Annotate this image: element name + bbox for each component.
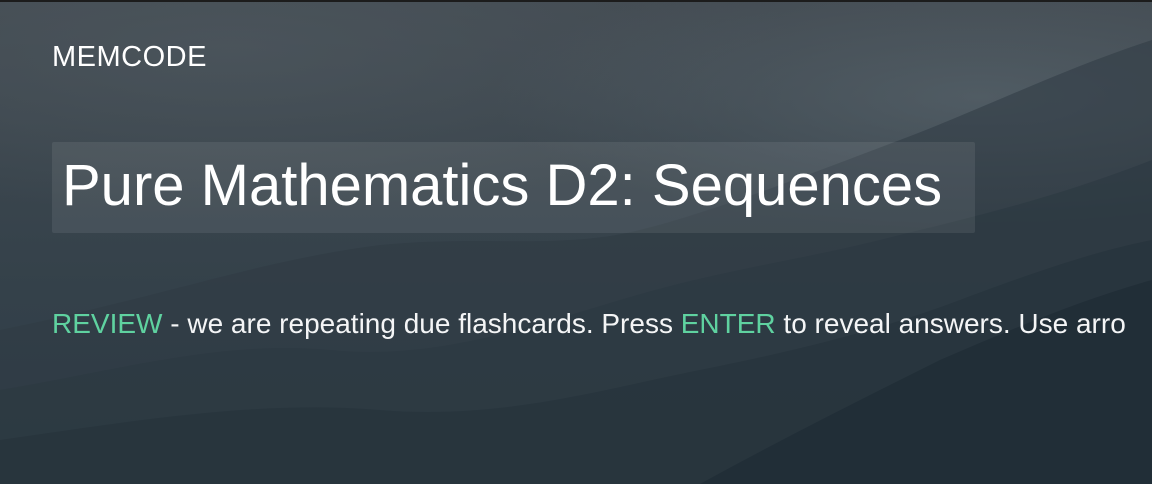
review-instructions: REVIEW - we are repeating due flashcards… [52, 307, 1126, 341]
enter-key-label: ENTER [680, 308, 776, 339]
course-title-field[interactable]: Pure Mathematics D2: Sequences [52, 142, 975, 233]
review-page: MEMCODE Pure Mathematics D2: Sequences R… [0, 0, 1152, 484]
memcode-logo[interactable]: MEMCODE [52, 40, 207, 74]
instructions-text-2: to reveal answers. Use arro [775, 308, 1126, 339]
course-title: Pure Mathematics D2: Sequences [62, 153, 943, 218]
review-mode-label: REVIEW [52, 308, 163, 339]
instructions-text-1: - we are repeating due flashcards. Press [162, 308, 681, 339]
